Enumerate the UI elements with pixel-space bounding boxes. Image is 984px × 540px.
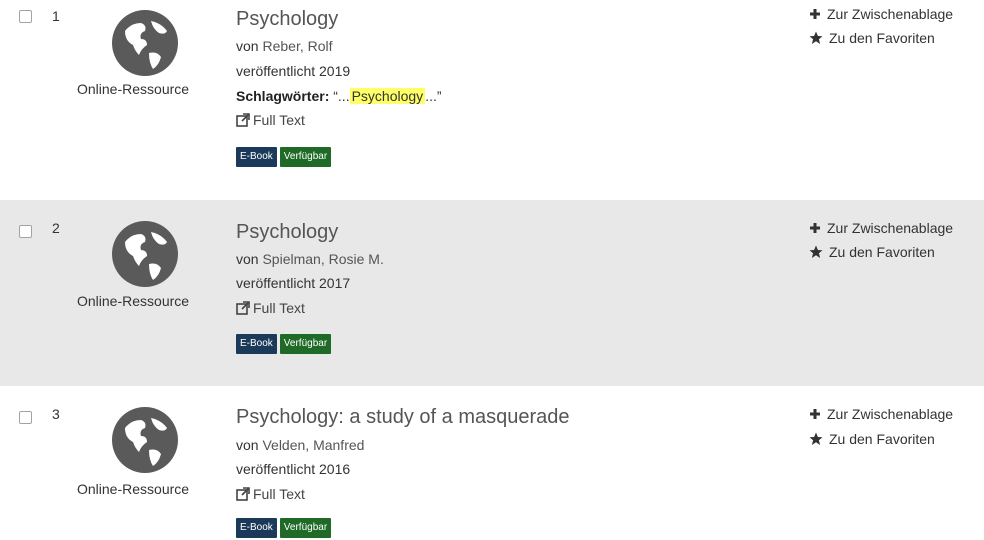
full-text-link[interactable]: Full Text [236,300,305,316]
result-item: 3 Online-Ressource Psychology: a study o… [0,386,984,540]
external-link-icon [236,113,250,127]
ebook-badge: E-Book [236,334,277,354]
add-to-favorites-link[interactable]: Zu den Favoriten [809,30,935,46]
globe-icon [112,407,178,473]
badge-group: E-Book Verfügbar [236,147,332,167]
author-line: von Velden, Manfred [236,437,364,453]
result-item: 2 Online-Ressource Psychology von Spielm… [0,200,984,386]
result-title[interactable]: Psychology [236,8,338,31]
globe-icon [112,221,178,287]
star-icon [809,31,823,44]
keywords-prefix: “... [333,88,350,104]
result-number: 1 [52,8,60,24]
clipboard-label: Zur Zwischenablage [827,220,954,236]
author-prefix: von [236,251,259,267]
format-label: Online-Ressource [77,293,190,309]
full-text-link[interactable]: Full Text [236,486,305,502]
add-to-clipboard-link[interactable]: Zur Zwischenablage [809,406,953,422]
full-text-label: Full Text [253,486,305,502]
author-prefix: von [236,38,259,54]
globe-icon [112,10,178,76]
full-text-label: Full Text [253,112,305,128]
add-to-clipboard-link[interactable]: Zur Zwischenablage [809,6,953,22]
author-line: von Reber, Rolf [236,38,333,54]
add-to-clipboard-link[interactable]: Zur Zwischenablage [809,220,953,236]
author-link[interactable]: Velden, Manfred [262,437,364,453]
ebook-badge: E-Book [236,518,277,538]
author-link[interactable]: Spielman, Rosie M. [262,251,383,267]
availability-badge: Verfügbar [279,518,332,538]
published-line: veröffentlicht 2019 [236,63,351,79]
select-checkbox[interactable] [19,411,32,424]
ebook-badge: E-Book [236,147,277,167]
select-checkbox[interactable] [19,10,32,23]
external-link-icon [236,301,250,315]
favorites-label: Zu den Favoriten [829,30,935,46]
author-link[interactable]: Reber, Rolf [262,38,332,54]
author-line: von Spielman, Rosie M. [236,251,384,267]
add-to-favorites-link[interactable]: Zu den Favoriten [809,244,935,260]
star-icon [809,432,823,445]
full-text-label: Full Text [253,300,305,316]
full-text-link[interactable]: Full Text [236,112,305,128]
plus-icon [810,9,820,19]
favorites-label: Zu den Favoriten [829,431,935,447]
select-checkbox[interactable] [19,225,32,238]
favorites-label: Zu den Favoriten [829,244,935,260]
plus-icon [810,409,820,419]
keywords-line: Schlagwörter: “... Psychology...” [236,88,442,104]
external-link-icon [236,487,250,501]
availability-badge: Verfügbar [279,334,332,354]
badge-group: E-Book Verfügbar [236,518,332,538]
star-icon [809,245,823,258]
format-label: Online-Ressource [77,81,190,97]
keywords-suffix: ...” [425,88,442,104]
availability-badge: Verfügbar [279,147,332,167]
format-label: Online-Ressource [77,481,190,497]
clipboard-label: Zur Zwischenablage [827,6,954,22]
result-number: 3 [52,406,60,422]
published-line: veröffentlicht 2016 [236,461,351,477]
author-prefix: von [236,437,259,453]
keyword-highlight: Psychology [349,88,426,104]
badge-group: E-Book Verfügbar [236,334,332,354]
plus-icon [810,223,820,233]
result-number: 2 [52,220,60,236]
add-to-favorites-link[interactable]: Zu den Favoriten [809,431,935,447]
clipboard-label: Zur Zwischenablage [827,406,954,422]
result-item: 1 Online-Ressource Psychology von Reber,… [0,0,984,200]
result-title[interactable]: Psychology: a study of a masquerade [236,406,570,429]
result-title[interactable]: Psychology [236,221,338,244]
published-line: veröffentlicht 2017 [236,275,351,291]
keywords-label: Schlagwörter: [236,88,330,104]
